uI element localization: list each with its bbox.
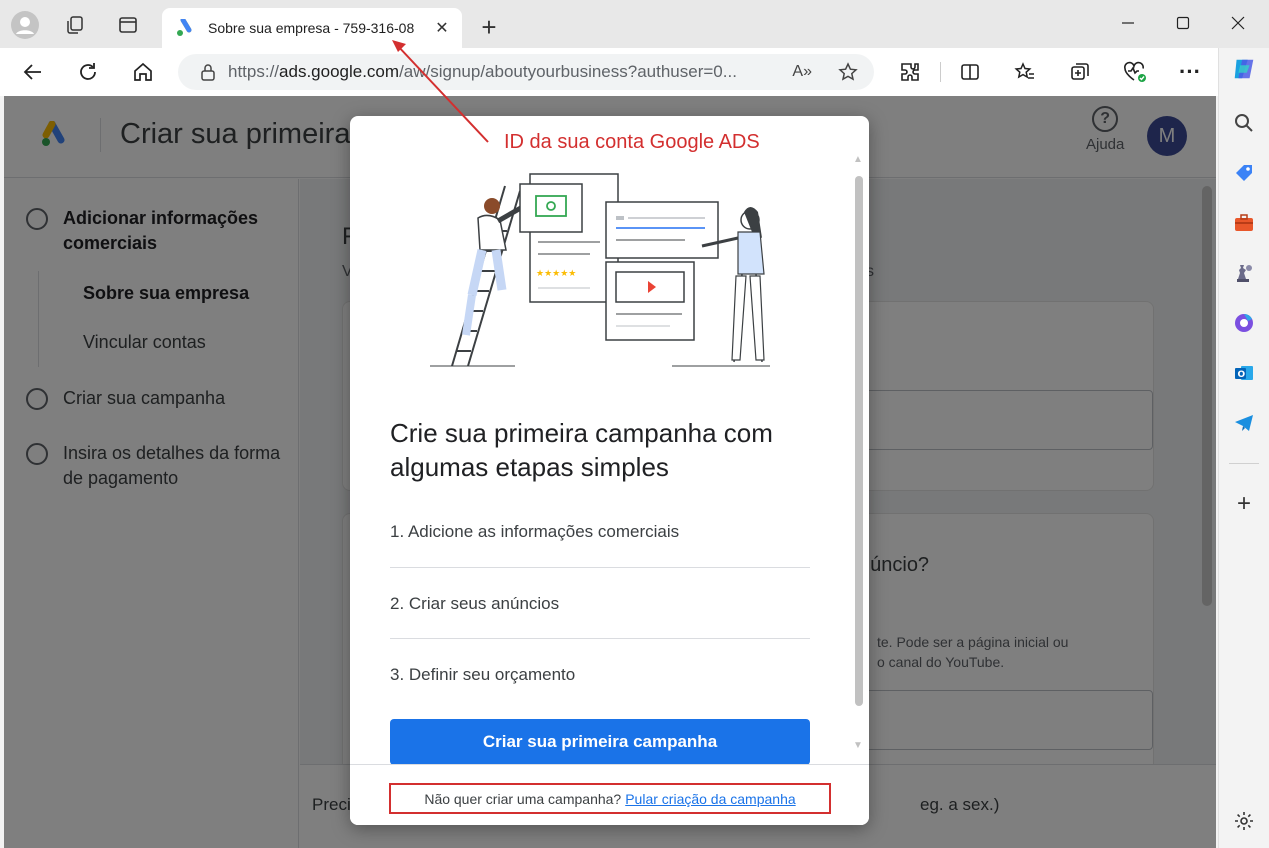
dialog-divider xyxy=(390,567,810,568)
home-icon[interactable] xyxy=(128,57,158,87)
microsoft365-icon[interactable] xyxy=(1231,310,1257,336)
address-bar[interactable]: https://ads.google.com/aw/signup/aboutyo… xyxy=(178,54,874,90)
refresh-icon[interactable] xyxy=(73,57,103,87)
lock-icon[interactable] xyxy=(200,63,216,81)
url-text: https://ads.google.com/aw/signup/aboutyo… xyxy=(228,62,737,81)
games-chess-icon[interactable] xyxy=(1231,260,1257,286)
title-bar: Sobre sua empresa - 759-316-08 ✕ + xyxy=(0,0,1269,48)
minimize-icon[interactable] xyxy=(1108,8,1148,38)
scroll-down-arrow-icon[interactable]: ▼ xyxy=(853,740,863,751)
outlook-icon[interactable]: O xyxy=(1231,360,1257,386)
workspaces-icon[interactable] xyxy=(60,10,90,40)
split-screen-icon[interactable] xyxy=(955,57,985,87)
copilot-icon[interactable] xyxy=(1231,56,1257,82)
skip-campaign-link[interactable]: Pular criação da campanha xyxy=(625,791,795,807)
more-options-icon[interactable]: ··· xyxy=(1175,57,1205,87)
dialog-step-2: 2. Criar seus anúncios xyxy=(390,594,560,613)
dialog-footer: Não quer criar uma campanha? Pular criaç… xyxy=(350,764,869,825)
navigation-bar: https://ads.google.com/aw/signup/aboutyo… xyxy=(0,48,1218,96)
skip-question: Não quer criar uma campanha? xyxy=(424,790,622,807)
collections-icon[interactable] xyxy=(1065,57,1095,87)
sidebar-divider xyxy=(1229,463,1259,464)
favorites-icon[interactable] xyxy=(1010,57,1040,87)
tools-briefcase-icon[interactable] xyxy=(1231,210,1257,236)
dialog-scrollbar[interactable] xyxy=(855,176,863,706)
dialog-step-1: 1. Adicione as informações comerciais xyxy=(390,522,680,541)
maximize-icon[interactable] xyxy=(1163,8,1203,38)
extensions-icon[interactable] xyxy=(895,57,925,87)
skip-campaign-highlight: Não quer criar uma campanha? Pular criaç… xyxy=(389,783,831,814)
dialog-step-3: 3. Definir seu orçamento xyxy=(390,665,576,684)
search-icon[interactable] xyxy=(1231,110,1257,136)
read-aloud-icon[interactable]: A» xyxy=(792,63,812,81)
add-icon[interactable]: + xyxy=(1231,490,1257,517)
annotation-label: ID da sua conta Google ADS xyxy=(504,131,760,153)
edge-sidebar: O + xyxy=(1218,48,1269,848)
profile-icon[interactable] xyxy=(10,10,40,40)
svg-text:O: O xyxy=(1238,370,1246,380)
annotation-arrow xyxy=(392,40,489,143)
toolbar-divider xyxy=(940,62,941,82)
create-campaign-dialog: ★★★★★ Crie sua primeira campanha com alg… xyxy=(350,116,869,825)
svg-text:★★★★★: ★★★★★ xyxy=(536,269,576,279)
dialog-divider xyxy=(390,638,810,639)
favorite-star-icon[interactable] xyxy=(838,62,858,82)
campaign-illustration: ★★★★★ xyxy=(430,173,770,367)
settings-gear-icon[interactable] xyxy=(1231,808,1257,834)
dialog-title: Crie sua primeira campanha com algumas e… xyxy=(390,418,773,482)
create-first-campaign-button[interactable]: Criar sua primeira campanha xyxy=(390,719,810,765)
browser-essentials-icon[interactable] xyxy=(1120,57,1150,87)
send-telegram-icon[interactable] xyxy=(1231,410,1257,436)
scroll-up-arrow-icon[interactable]: ▲ xyxy=(853,154,863,165)
google-ads-favicon xyxy=(177,19,192,36)
tab-actions-icon[interactable] xyxy=(113,10,143,40)
back-icon[interactable] xyxy=(18,57,48,87)
close-window-icon[interactable] xyxy=(1218,8,1258,38)
shopping-tag-icon[interactable] xyxy=(1231,160,1257,186)
